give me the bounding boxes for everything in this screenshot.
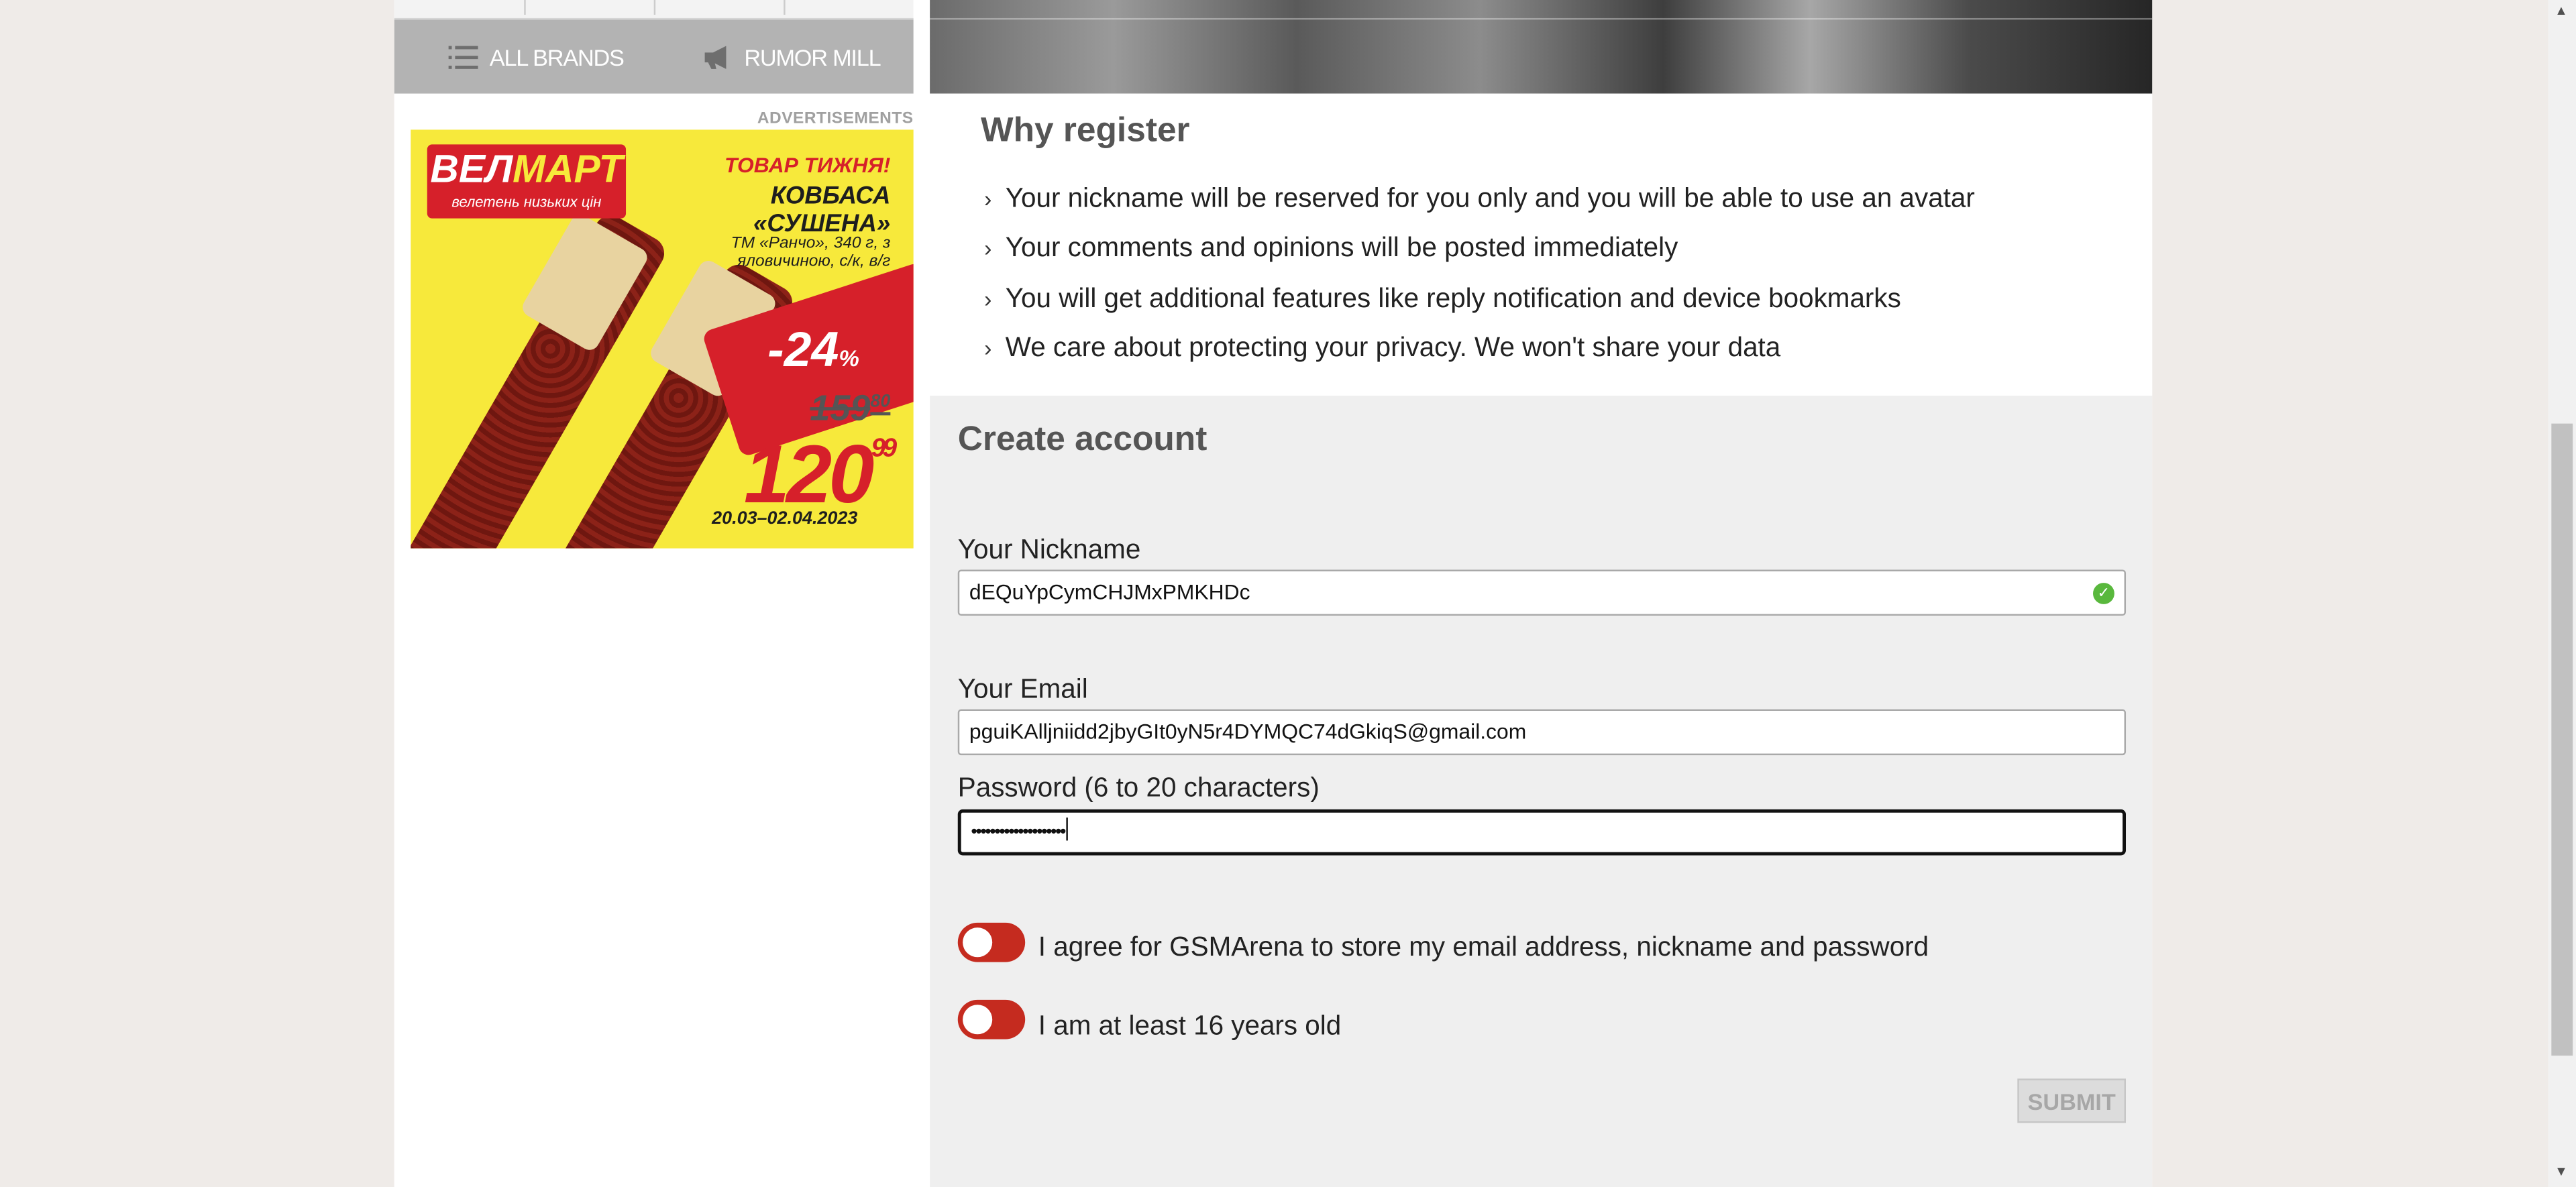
email-field[interactable]: pguiKAlljniidd2jbyGIt0yN5r4DYMQC74dGkiqS…	[957, 709, 2127, 756]
velmart-logo: ВЕЛМАРТ велетень низьких цін	[427, 144, 627, 219]
ad-headline: ТОВАР ТИЖНЯ!	[724, 152, 891, 178]
ad-new-price: 12099	[743, 427, 897, 522]
megaphone-icon	[704, 45, 727, 68]
advertisements-label: ADVERTISEMENTS	[757, 110, 914, 128]
why-item: › Your nickname will be reserved for you …	[984, 184, 1975, 215]
page: ALL BRANDS RUMOR MILL ADVERTISEMENTS ВЕЛ…	[0, 0, 2576, 1187]
create-account-form: Create account Your Nickname dEQuYpCymCH…	[930, 395, 2153, 1187]
chevron-right-icon: ›	[983, 235, 992, 262]
scroll-down-icon[interactable]: ▼	[2555, 1164, 2567, 1179]
check-circle-icon: ✓	[2093, 583, 2114, 604]
password-label: Password (6 to 20 characters)	[957, 773, 1320, 803]
chevron-right-icon: ›	[983, 285, 992, 313]
main-content: Why register › Your nickname will be rese…	[930, 0, 2153, 1187]
all-brands-label: ALL BRANDS	[489, 43, 625, 70]
advertisement-banner[interactable]: ВЕЛМАРТ велетень низьких цін ТОВАР ТИЖНЯ…	[411, 129, 914, 549]
password-value: ••••••••••••••••••••	[971, 822, 1066, 842]
ad-details: ТМ «Ранчо», 340 г, з яловичиною, с/к, в/…	[731, 235, 891, 271]
password-field[interactable]: ••••••••••••••••••••	[957, 809, 2127, 856]
agree-toggle[interactable]	[957, 922, 1026, 962]
chevron-right-icon: ›	[983, 335, 992, 361]
sidebar-top-tabs	[394, 0, 914, 20]
tab-separator	[784, 0, 786, 15]
ad-product: КОВБАСА «СУШЕНА»	[753, 182, 891, 238]
agree-label: I agree for GSMArena to store my email a…	[1038, 932, 1929, 962]
ad-new-price-value: 120	[743, 428, 875, 521]
ad-discount: -24%	[767, 323, 859, 379]
vertical-scrollbar[interactable]: ▲ ▼	[2548, 0, 2576, 1187]
ad-new-price-cents: 99	[871, 435, 897, 463]
age-toggle[interactable]	[957, 999, 1026, 1039]
ad-old-price-cents: 80	[870, 392, 891, 412]
logo-tagline: велетень низьких цін	[451, 193, 602, 211]
create-account-title: Create account	[957, 420, 1208, 459]
toggle-knob	[963, 927, 993, 958]
submit-button[interactable]: SUBMIT	[2017, 1078, 2127, 1123]
hero-image	[930, 0, 2153, 94]
why-item: › Your comments and opinions will be post…	[984, 233, 1678, 265]
logo-text-b: МАРТ	[513, 148, 623, 192]
email-label: Your Email	[957, 675, 1088, 705]
why-item: › You will get additional features like r…	[984, 284, 1901, 316]
all-brands-button[interactable]: ALL BRANDS	[448, 19, 625, 93]
nickname-label: Your Nickname	[957, 535, 1141, 565]
scroll-thumb[interactable]	[2551, 423, 2573, 1056]
tab-separator	[653, 0, 656, 15]
hero-stripe	[930, 17, 2153, 20]
nickname-field[interactable]: dEQuYpCymCHJMxPMKHDc ✓	[957, 569, 2127, 616]
ad-old-price: 15980	[810, 388, 890, 431]
sidebar: ALL BRANDS RUMOR MILL ADVERTISEMENTS ВЕЛ…	[394, 0, 914, 1187]
toggle-knob	[963, 1005, 993, 1035]
why-item: › We care about protecting your privacy. …	[984, 333, 1780, 365]
chevron-right-icon: ›	[983, 185, 992, 212]
tab-separator	[524, 0, 526, 15]
nickname-value: dEQuYpCymCHJMxPMKHDc	[969, 579, 1250, 604]
text-cursor	[1066, 817, 1068, 841]
why-item-text: You will get additional features like re…	[1005, 284, 1901, 314]
why-item-text: Your comments and opinions will be poste…	[1005, 233, 1678, 263]
why-register-section: Why register › Your nickname will be rese…	[930, 93, 2153, 396]
rumor-mill-label: RUMOR MILL	[744, 43, 881, 70]
ad-discount-value: -24	[767, 323, 839, 378]
rumor-mill-button[interactable]: RUMOR MILL	[703, 19, 881, 93]
age-label: I am at least 16 years old	[1038, 1011, 1342, 1041]
list-icon	[448, 45, 478, 68]
ad-old-price-value: 159	[810, 387, 871, 429]
brand-nav-bar: ALL BRANDS RUMOR MILL	[394, 19, 914, 94]
ad-dates: 20.03–02.04.2023	[712, 508, 858, 529]
why-item-text: Your nickname will be reserved for you o…	[1005, 184, 1975, 214]
ad-discount-unit: %	[839, 345, 859, 372]
email-value: pguiKAlljniidd2jbyGIt0yN5r4DYMQC74dGkiqS…	[969, 719, 1527, 744]
logo-text-a: ВЕЛ	[430, 148, 513, 192]
why-item-text: We care about protecting your privacy. W…	[1005, 333, 1781, 363]
why-register-title: Why register	[981, 111, 1190, 150]
scroll-up-icon[interactable]: ▲	[2555, 3, 2567, 18]
